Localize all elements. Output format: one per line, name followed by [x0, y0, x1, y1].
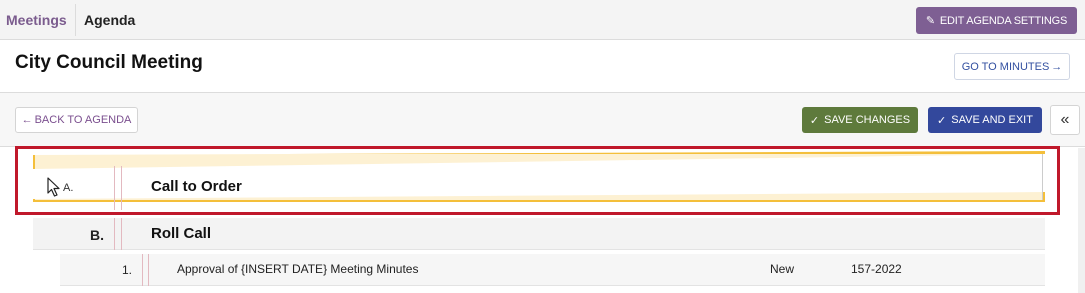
- row-divider: [148, 254, 149, 286]
- row-divider: [121, 218, 122, 250]
- subitem-code: 157-2022: [851, 262, 902, 276]
- arrow-left-icon: ←: [21, 114, 33, 126]
- go-to-minutes-button[interactable]: GO TO MINUTES →: [954, 53, 1070, 80]
- back-to-agenda-label: BACK TO AGENDA: [34, 114, 132, 126]
- breadcrumb-agenda[interactable]: Agenda: [84, 12, 135, 28]
- row-divider: [142, 254, 143, 286]
- go-to-minutes-label: GO TO MINUTES: [961, 60, 1050, 73]
- arrow-right-icon: →: [1051, 60, 1063, 73]
- top-navigation-bar: Meetings Agenda ✎ EDIT AGENDA SETTINGS: [0, 0, 1085, 40]
- back-to-agenda-button[interactable]: ← BACK TO AGENDA: [15, 107, 138, 133]
- check-icon: ✓: [809, 114, 820, 127]
- edit-agenda-settings-button[interactable]: ✎ EDIT AGENDA SETTINGS: [916, 7, 1077, 34]
- row-divider: [114, 218, 115, 250]
- scrollbar-track[interactable]: [1078, 148, 1085, 293]
- page-title: City Council Meeting: [15, 52, 203, 73]
- highlight-frame: [15, 146, 1060, 215]
- editor-toolbar: ← BACK TO AGENDA ✓ SAVE CHANGES ✓ SAVE A…: [0, 93, 1085, 147]
- breadcrumb-separator: [75, 4, 76, 36]
- double-chevron-left-icon: «: [1060, 111, 1070, 128]
- collapse-panel-button[interactable]: «: [1050, 105, 1080, 135]
- subitem-number: 1.: [122, 263, 133, 277]
- save-changes-label: SAVE CHANGES: [824, 114, 911, 126]
- save-and-exit-button[interactable]: ✓ SAVE AND EXIT: [928, 107, 1042, 133]
- save-changes-button[interactable]: ✓ SAVE CHANGES: [802, 107, 918, 133]
- breadcrumb-meetings[interactable]: Meetings: [6, 12, 67, 28]
- agenda-item-letter: B.: [90, 227, 104, 243]
- agenda-item-title[interactable]: Roll Call: [151, 225, 211, 242]
- save-and-exit-label: SAVE AND EXIT: [951, 114, 1033, 126]
- edit-agenda-settings-label: EDIT AGENDA SETTINGS: [939, 14, 1068, 27]
- meeting-header: City Council Meeting GO TO MINUTES →: [0, 40, 1085, 93]
- subitem-status: New: [770, 262, 795, 276]
- check-icon: ✓: [937, 114, 947, 127]
- pencil-icon: ✎: [925, 15, 935, 27]
- subitem-title[interactable]: Approval of {INSERT DATE} Meeting Minute…: [177, 262, 418, 276]
